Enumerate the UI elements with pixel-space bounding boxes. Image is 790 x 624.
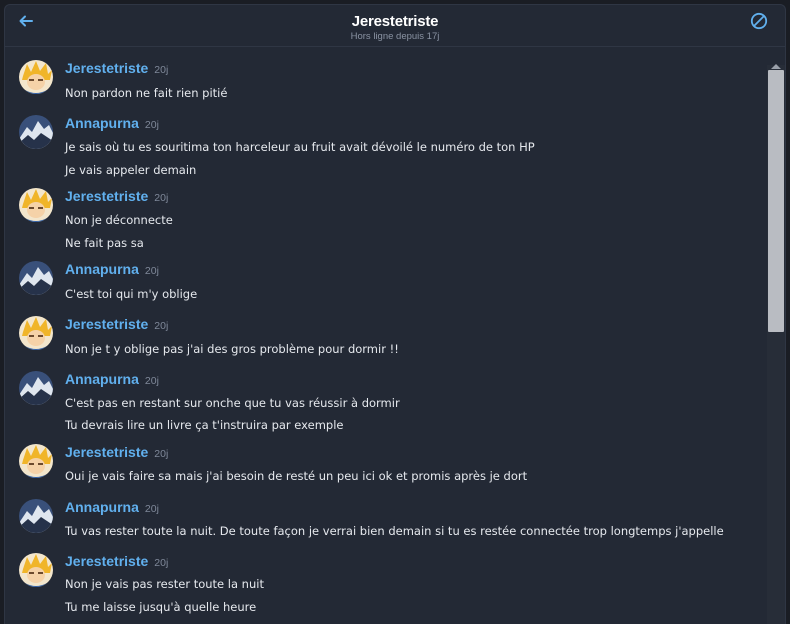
scroll-up-arrow-icon[interactable] <box>771 64 781 69</box>
message-text: C'est pas en restant sur onche que tu va… <box>65 396 400 410</box>
avatar-jerestetriste[interactable] <box>19 60 53 94</box>
message-text: Tu me laisse jusqu'à quelle heure <box>65 600 257 614</box>
block-icon[interactable] <box>749 11 769 31</box>
message-author[interactable]: Annapurna 20j <box>65 115 159 131</box>
message-text: Je vais appeler demain <box>65 163 197 177</box>
avatar-jerestetriste[interactable] <box>19 553 53 587</box>
message-text: C'est toi qui m'y oblige <box>65 287 198 301</box>
message-text: Non je t y oblige pas j'ai des gros prob… <box>65 342 399 356</box>
scrollbar-thumb[interactable] <box>768 70 784 332</box>
message-author[interactable]: Annapurna 20j <box>65 371 159 387</box>
message-time: 20j <box>144 375 159 387</box>
message-author[interactable]: Jerestetriste 20j <box>65 444 168 460</box>
message-text: Tu devrais lire un livre ça t'instruira … <box>65 418 344 432</box>
message-time: 20j <box>154 448 169 460</box>
message-text: Ne fait pas sa <box>65 236 144 250</box>
message-author[interactable]: Jerestetriste 20j <box>65 60 168 76</box>
message-time: 20j <box>144 503 159 515</box>
message-text: Non je vais pas rester toute la nuit <box>65 577 264 591</box>
message-text: Tu vas rester toute la nuit. De toute fa… <box>65 524 724 538</box>
last-seen-status: Hors ligne depuis 17j <box>350 31 440 42</box>
chat-header: Jerestetriste Hors ligne depuis 17j <box>5 5 785 47</box>
avatar-jerestetriste[interactable] <box>19 316 53 350</box>
message-time: 20j <box>154 64 169 76</box>
message-time: 20j <box>144 265 159 277</box>
avatar-annapurna[interactable] <box>19 115 53 149</box>
avatar-annapurna[interactable] <box>19 499 53 533</box>
message-time: 20j <box>154 557 169 569</box>
message-author[interactable]: Jerestetriste 20j <box>65 316 168 332</box>
message-time: 20j <box>144 119 159 131</box>
message-text: Non je déconnecte <box>65 213 173 227</box>
conversation-title: Jerestetriste <box>351 13 439 30</box>
message-author[interactable]: Jerestetriste 20j <box>65 188 168 204</box>
message-time: 20j <box>154 192 169 204</box>
message-author[interactable]: Annapurna 20j <box>65 261 159 277</box>
message-text: Je sais où tu es souritima ton harceleur… <box>65 140 535 154</box>
chat-window: Jerestetriste Hors ligne depuis 17j Jere… <box>4 4 786 624</box>
message-author[interactable]: Annapurna 20j <box>65 499 159 515</box>
message-time: 20j <box>154 320 169 332</box>
message-author[interactable]: Jerestetriste 20j <box>65 553 168 569</box>
avatar-annapurna[interactable] <box>19 371 53 405</box>
avatar-jerestetriste[interactable] <box>19 444 53 478</box>
message-list: Jerestetriste 20j Non pardon ne fait rien… <box>5 48 763 624</box>
message-text: Non pardon ne fait rien pitié <box>65 86 228 100</box>
scrollbar[interactable] <box>767 64 785 624</box>
avatar-annapurna[interactable] <box>19 261 53 295</box>
avatar-jerestetriste[interactable] <box>19 188 53 222</box>
message-text: Oui je vais faire sa mais j'ai besoin de… <box>65 469 528 483</box>
